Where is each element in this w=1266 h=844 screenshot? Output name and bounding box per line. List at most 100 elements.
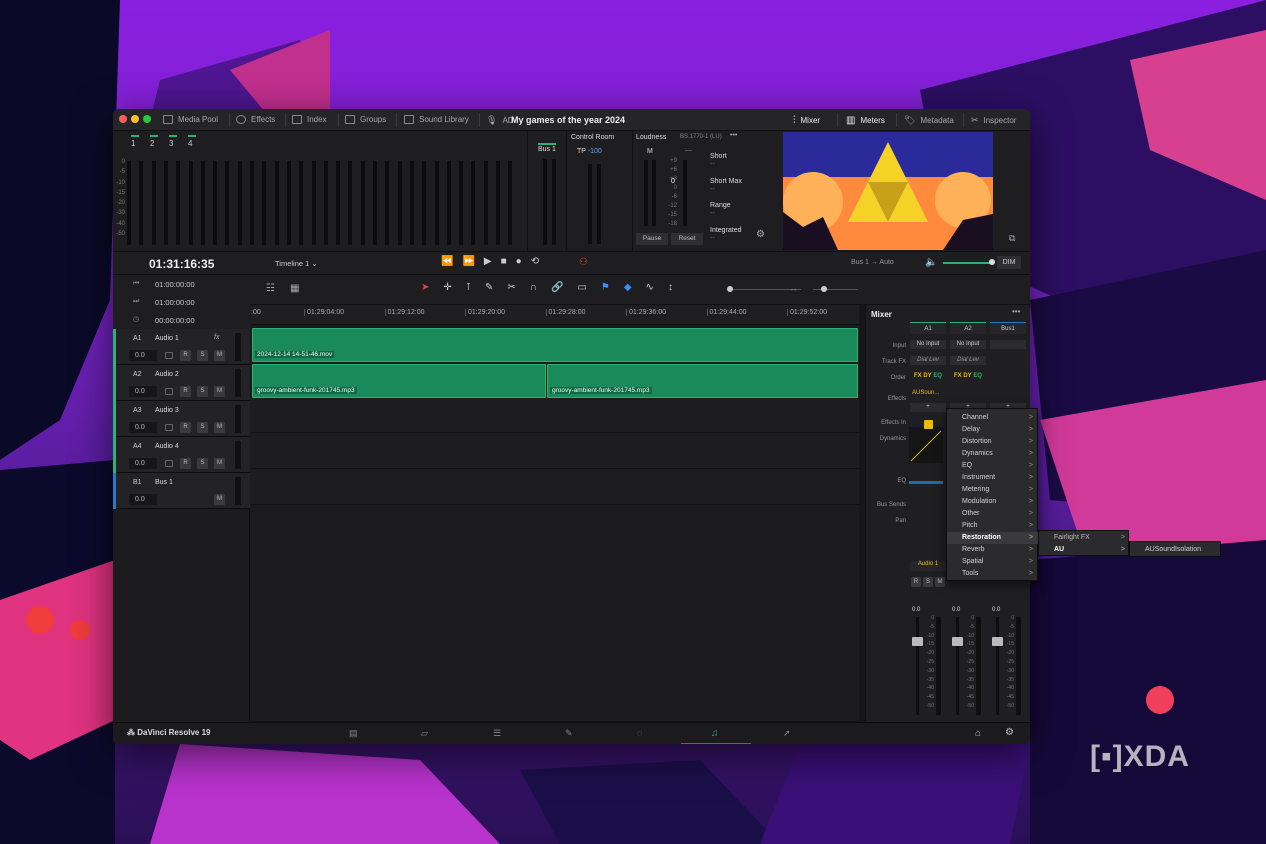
pan-knob-icon[interactable] [990, 596, 1026, 605]
track-m-button[interactable]: M [214, 458, 225, 469]
lock-icon[interactable] [165, 352, 173, 359]
menu-item-reverb[interactable]: Reverb > [947, 544, 1039, 556]
loop-icon[interactable]: ⟲ [531, 256, 539, 267]
audio-waveform-icon[interactable]: ∿ [646, 282, 654, 293]
menu-item-restoration[interactable]: Restoration > [947, 532, 1039, 544]
rewind-icon[interactable]: ⏪ [441, 256, 453, 267]
menu-item-ausoundisolation[interactable]: AUSoundIsolation [1130, 544, 1222, 556]
edit-page-icon[interactable]: ☰ [493, 728, 501, 739]
track-s-button[interactable]: S [197, 386, 208, 397]
track-lane[interactable] [251, 469, 859, 505]
track-r-button[interactable]: R [180, 458, 191, 469]
track-lane[interactable] [251, 397, 859, 433]
maximize-window-button[interactable] [143, 115, 151, 123]
track-name[interactable]: Bus 1 [155, 479, 173, 486]
track-volume[interactable]: 0.0 [129, 422, 157, 433]
lock-icon[interactable] [165, 460, 173, 467]
flag-icon[interactable]: ⚑ [601, 282, 610, 293]
menu-item-instrument[interactable]: Instrument > [947, 472, 1039, 484]
fader-value[interactable]: 0.0 [952, 607, 960, 613]
track-volume[interactable]: 0.0 [129, 386, 157, 397]
track-header[interactable]: A4 Audio 4 0.0 R S M [113, 437, 250, 473]
media-pool-button[interactable]: Media Pool [163, 115, 218, 124]
pan-knob-icon[interactable] [950, 596, 986, 605]
track-fx-slot[interactable]: Dial Lev [950, 356, 986, 365]
menu-item-channel[interactable]: Channel > [947, 412, 1039, 424]
close-window-button[interactable] [119, 115, 127, 123]
media-page-icon[interactable]: ▤ [349, 728, 358, 739]
track-name[interactable]: Audio 3 [155, 407, 179, 414]
volume-slider-handle[interactable] [989, 259, 995, 265]
input-select[interactable]: No Input [950, 340, 986, 349]
stop-icon[interactable]: ■ [501, 256, 507, 267]
record-icon[interactable]: ● [516, 256, 522, 267]
inspector-toggle-button[interactable]: ✂ Inspector [971, 115, 1016, 126]
more-options-icon[interactable]: ••• [730, 132, 737, 139]
pan-control[interactable] [910, 515, 946, 524]
meter-settings-icon[interactable]: ⚙ [756, 229, 765, 240]
adr-button[interactable]: 🎙 AD [486, 115, 514, 126]
loudness-standard[interactable]: BS.1770-1 (LU) [680, 134, 722, 140]
marker-icon[interactable]: ◆ [624, 282, 632, 293]
track-s-button[interactable]: S [197, 422, 208, 433]
track-s-button[interactable]: S [197, 458, 208, 469]
fader-value[interactable]: 0.0 [912, 607, 920, 613]
menu-item-modulation[interactable]: Modulation > [947, 496, 1039, 508]
waveform-zoom-icon[interactable]: ▭ [577, 282, 586, 293]
mixer-s-button[interactable]: S [923, 577, 933, 587]
fader-track[interactable] [916, 617, 919, 715]
meters-toggle-button[interactable]: ▥ Meters [846, 115, 885, 126]
mixer-r-button[interactable]: R [911, 577, 921, 587]
track-list-icon[interactable]: ☷ [266, 283, 275, 294]
menu-item-other[interactable]: Other > [947, 508, 1039, 520]
track-m-button[interactable]: M [214, 386, 225, 397]
audio-clip[interactable]: groovy-ambient-funk-201745.mp3 [547, 364, 858, 398]
eq-curve[interactable] [909, 481, 943, 484]
selection-tool-icon[interactable]: ➤ [421, 282, 429, 293]
home-icon[interactable]: ⌂ [975, 728, 981, 739]
add-effect-button[interactable]: + [910, 403, 946, 412]
track-header[interactable]: A2 Audio 2 0.0 R S M [113, 365, 250, 401]
audio-clip[interactable]: groovy-ambient-funk-201745.mp3 [252, 364, 546, 398]
track-fx-icon[interactable]: fx [214, 334, 219, 341]
audio-clip[interactable]: 2024-12-14 14-51-46.mov [252, 328, 858, 362]
menu-item-fairlight-fx[interactable]: Fairlight FX > [1039, 532, 1131, 544]
track-lane[interactable] [251, 433, 859, 469]
timecode-field[interactable]: 01:00:00:00 [155, 298, 195, 307]
order-indicator[interactable]: FX DY EQ [910, 372, 946, 381]
zoom-vertical-icon[interactable]: ↕ [668, 282, 673, 293]
pause-loudness-button[interactable]: Pause [636, 233, 668, 245]
timecode-field[interactable]: 01:00:00:00 [155, 280, 195, 289]
effect-slot[interactable]: AUSoun... [910, 389, 946, 398]
channel-name-label[interactable]: Audio 1 [910, 561, 946, 571]
track-r-button[interactable]: R [180, 386, 191, 397]
play-icon[interactable]: ▶ [484, 256, 492, 267]
volume-slider[interactable] [943, 262, 991, 264]
razor-tool-icon[interactable]: ✂ [507, 282, 515, 293]
go-to-start-icon[interactable]: ⏮ [133, 280, 139, 288]
dim-button[interactable]: DIM [997, 256, 1021, 269]
cut-page-icon[interactable]: ▱ [421, 728, 428, 739]
fader-track[interactable] [996, 617, 999, 715]
reset-loudness-button[interactable]: Reset [671, 233, 703, 245]
menu-item-dynamics[interactable]: Dynamics > [947, 448, 1039, 460]
track-fx-slot[interactable]: Dial Lev [910, 356, 946, 365]
order-indicator[interactable]: FX DY EQ [950, 372, 986, 381]
input-select[interactable]: No Input [910, 340, 946, 349]
menu-item-au[interactable]: AU > [1039, 544, 1131, 556]
menu-item-spatial[interactable]: Spatial > [947, 556, 1039, 568]
menu-item-eq[interactable]: EQ > [947, 460, 1039, 472]
dynamics-graph[interactable] [909, 427, 943, 463]
automation-icon[interactable]: ⚇ [579, 257, 588, 268]
menu-item-delay[interactable]: Delay > [947, 424, 1039, 436]
pan-knob-icon[interactable] [910, 596, 946, 605]
snapping-icon[interactable]: ∩ [530, 282, 537, 293]
color-page-icon[interactable]: ◌ [637, 728, 642, 738]
fusion-page-icon[interactable]: ✎ [565, 728, 573, 739]
track-r-button[interactable]: R [180, 350, 191, 361]
track-m-button[interactable]: M [214, 422, 225, 433]
menu-item-tools[interactable]: Tools > [947, 568, 1039, 580]
menu-item-metering[interactable]: Metering > [947, 484, 1039, 496]
grid-icon[interactable]: ▦ [290, 283, 299, 294]
speaker-icon[interactable]: 🔈 [925, 257, 937, 268]
